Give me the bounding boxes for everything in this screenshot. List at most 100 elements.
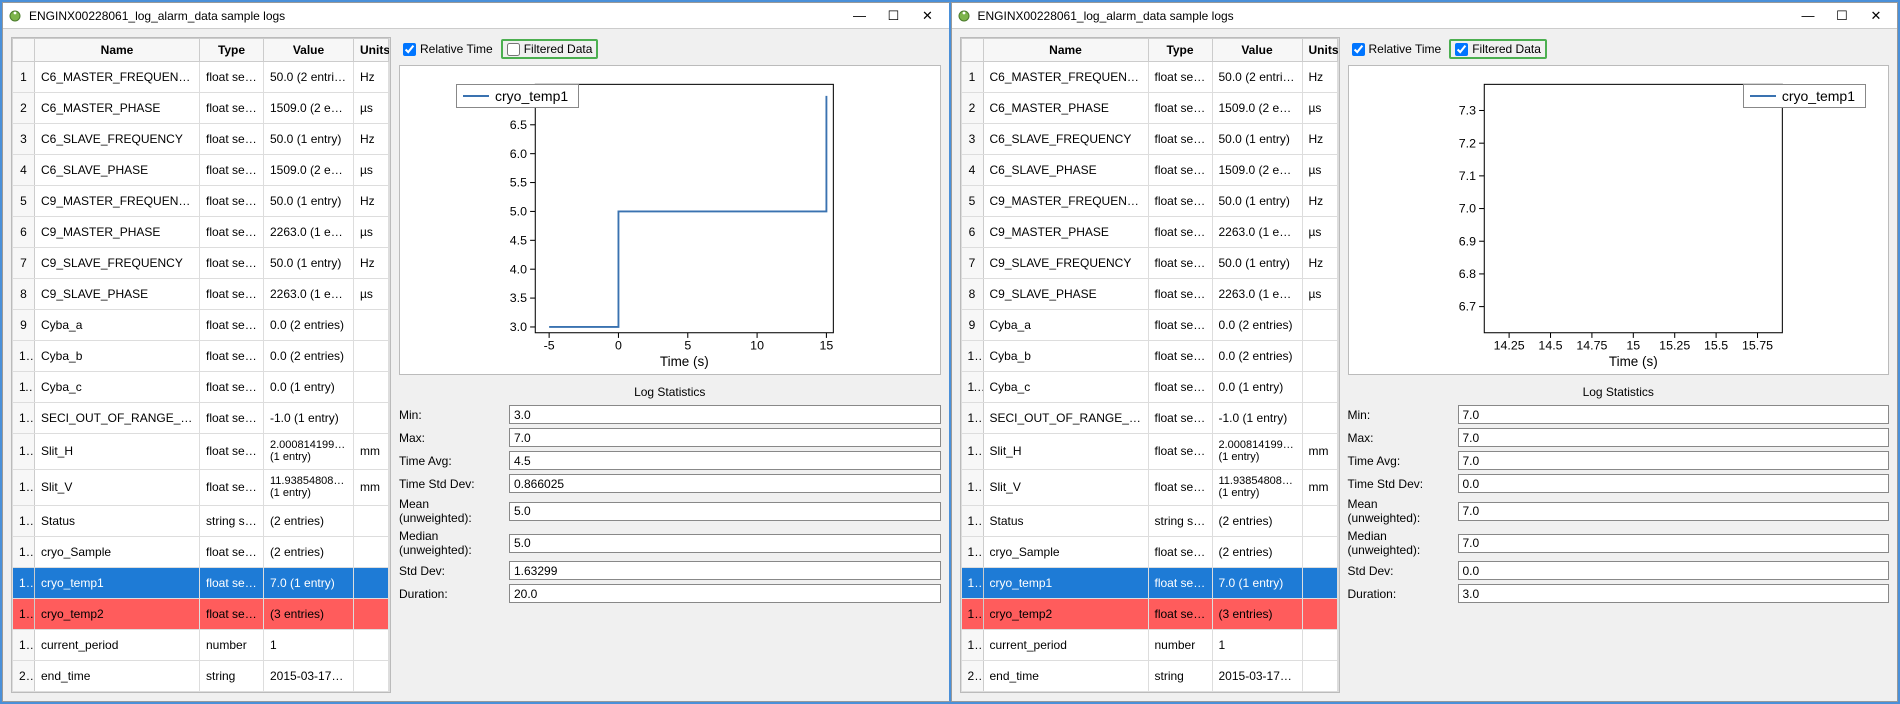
table-row[interactable]: 1 C6_MASTER_FREQUENCY float series 50.0 … — [13, 62, 389, 93]
table-row[interactable]: 5 C9_MASTER_FREQUENCY float series 50.0 … — [961, 185, 1337, 216]
table-row[interactable]: 7 C9_SLAVE_FREQUENCY float series 50.0 (… — [961, 247, 1337, 278]
stat-value-time_std[interactable] — [509, 474, 941, 493]
svg-text:4.5: 4.5 — [510, 233, 527, 247]
stat-value-min[interactable] — [1458, 405, 1890, 424]
row-index: 2 — [13, 92, 35, 123]
col-type[interactable]: Type — [1148, 39, 1212, 62]
stat-value-mean[interactable] — [509, 502, 941, 521]
row-value: 2.000814199447632 (1 entry) — [1212, 433, 1302, 469]
filtered-data-checkbox[interactable]: Filtered Data — [501, 39, 599, 59]
row-name: Slit_V — [983, 469, 1148, 505]
table-row[interactable]: 9 Cyba_a float series 0.0 (2 entries) — [13, 309, 389, 340]
log-table[interactable]: Name Type Value Units 1 C6_MASTER_FREQUE… — [961, 38, 1338, 692]
col-name[interactable]: Name — [983, 39, 1148, 62]
row-name: C9_SLAVE_PHASE — [983, 278, 1148, 309]
table-row[interactable]: 2 C6_MASTER_PHASE float series 1509.0 (2… — [961, 92, 1337, 123]
table-row[interactable]: 8 C9_SLAVE_PHASE float series 2263.0 (1 … — [13, 278, 389, 309]
table-row[interactable]: 9 Cyba_a float series 0.0 (2 entries) — [961, 309, 1337, 340]
stat-value-time_avg[interactable] — [1458, 451, 1890, 470]
table-row[interactable]: 10 Cyba_b float series 0.0 (2 entries) — [961, 340, 1337, 371]
stat-value-mean[interactable] — [1458, 502, 1890, 521]
row-value: 2015-03-17T12:55:29 — [264, 660, 354, 691]
row-index: 9 — [13, 309, 35, 340]
minimize-button[interactable]: — — [1791, 5, 1825, 27]
table-row[interactable]: 12 SECI_OUT_OF_RANGE_BLOCK float series … — [13, 402, 389, 433]
table-row[interactable]: 12 SECI_OUT_OF_RANGE_BLOCK float series … — [961, 402, 1337, 433]
table-row[interactable]: 4 C6_SLAVE_PHASE float series 1509.0 (2 … — [13, 154, 389, 185]
table-row[interactable]: 14 Slit_V float series 11.93854808807373… — [961, 469, 1337, 505]
col-idx[interactable] — [961, 39, 983, 62]
stat-value-time_std[interactable] — [1458, 474, 1890, 493]
stat-value-median[interactable] — [509, 534, 941, 553]
row-type: float series — [200, 371, 264, 402]
row-value: 7.0 (1 entry) — [1212, 567, 1302, 598]
relative-time-checkbox[interactable]: Relative Time — [1348, 41, 1446, 57]
table-row[interactable]: 6 C9_MASTER_PHASE float series 2263.0 (1… — [961, 216, 1337, 247]
col-units[interactable]: Units — [1302, 39, 1337, 62]
maximize-button[interactable]: ☐ — [1825, 5, 1859, 27]
log-table[interactable]: Name Type Value Units 1 C6_MASTER_FREQUE… — [12, 38, 389, 692]
stat-value-std[interactable] — [509, 561, 941, 580]
scrollbar[interactable] — [389, 38, 390, 692]
titlebar[interactable]: ENGINX00228061_log_alarm_data sample log… — [3, 3, 949, 29]
col-idx[interactable] — [13, 39, 35, 62]
col-value[interactable]: Value — [264, 39, 354, 62]
table-row[interactable]: 4 C6_SLAVE_PHASE float series 1509.0 (2 … — [961, 154, 1337, 185]
table-row[interactable]: 18 cryo_temp2 float series (3 entries) — [961, 598, 1337, 629]
col-value[interactable]: Value — [1212, 39, 1302, 62]
row-value: 50.0 (1 entry) — [1212, 185, 1302, 216]
row-name: C9_SLAVE_PHASE — [35, 278, 200, 309]
titlebar[interactable]: ENGINX00228061_log_alarm_data sample log… — [952, 3, 1898, 29]
close-button[interactable]: ✕ — [911, 5, 945, 27]
table-row[interactable]: 6 C9_MASTER_PHASE float series 2263.0 (1… — [13, 216, 389, 247]
stat-value-min[interactable] — [509, 405, 941, 424]
close-button[interactable]: ✕ — [1859, 5, 1893, 27]
table-row[interactable]: 19 current_period number 1 — [13, 629, 389, 660]
col-type[interactable]: Type — [200, 39, 264, 62]
stat-value-max[interactable] — [1458, 428, 1890, 447]
table-row[interactable]: 20 end_time string 2015-03-17T12:55:29 — [13, 660, 389, 691]
col-units[interactable]: Units — [354, 39, 389, 62]
stat-value-median[interactable] — [1458, 534, 1890, 553]
stat-value-duration[interactable] — [1458, 584, 1890, 603]
minimize-button[interactable]: — — [843, 5, 877, 27]
filtered-data-checkbox[interactable]: Filtered Data — [1449, 39, 1547, 59]
svg-text:15.25: 15.25 — [1659, 338, 1690, 352]
table-row[interactable]: 11 Cyba_c float series 0.0 (1 entry) — [13, 371, 389, 402]
stat-value-max[interactable] — [509, 428, 941, 447]
stat-value-time_avg[interactable] — [509, 451, 941, 470]
relative-time-checkbox[interactable]: Relative Time — [399, 41, 497, 57]
scrollbar[interactable] — [1338, 38, 1339, 692]
table-row[interactable]: 18 cryo_temp2 float series (3 entries) — [13, 598, 389, 629]
table-row[interactable]: 14 Slit_V float series 11.93854808807373… — [13, 469, 389, 505]
table-row[interactable]: 16 cryo_Sample float series (2 entries) — [13, 536, 389, 567]
row-index: 2 — [961, 92, 983, 123]
row-index: 12 — [961, 402, 983, 433]
table-row[interactable]: 3 C6_SLAVE_FREQUENCY float series 50.0 (… — [13, 123, 389, 154]
table-row[interactable]: 17 cryo_temp1 float series 7.0 (1 entry) — [13, 567, 389, 598]
table-row[interactable]: 10 Cyba_b float series 0.0 (2 entries) — [13, 340, 389, 371]
table-row[interactable]: 13 Slit_H float series 2.000814199447632… — [13, 433, 389, 469]
table-row[interactable]: 2 C6_MASTER_PHASE float series 1509.0 (2… — [13, 92, 389, 123]
row-name: cryo_temp1 — [35, 567, 200, 598]
table-row[interactable]: 7 C9_SLAVE_FREQUENCY float series 50.0 (… — [13, 247, 389, 278]
maximize-button[interactable]: ☐ — [877, 5, 911, 27]
svg-text:4.0: 4.0 — [510, 262, 527, 276]
table-row[interactable]: 13 Slit_H float series 2.000814199447632… — [961, 433, 1337, 469]
table-row[interactable]: 19 current_period number 1 — [961, 629, 1337, 660]
table-row[interactable]: 11 Cyba_c float series 0.0 (1 entry) — [961, 371, 1337, 402]
table-row[interactable]: 1 C6_MASTER_FREQUENCY float series 50.0 … — [961, 62, 1337, 93]
stat-value-duration[interactable] — [509, 584, 941, 603]
table-row[interactable]: 16 cryo_Sample float series (2 entries) — [961, 536, 1337, 567]
table-row[interactable]: 8 C9_SLAVE_PHASE float series 2263.0 (1 … — [961, 278, 1337, 309]
table-row[interactable]: 3 C6_SLAVE_FREQUENCY float series 50.0 (… — [961, 123, 1337, 154]
table-row[interactable]: 17 cryo_temp1 float series 7.0 (1 entry) — [961, 567, 1337, 598]
table-row[interactable]: 5 C9_MASTER_FREQUENCY float series 50.0 … — [13, 185, 389, 216]
log-statistics: Log Statistics Min: Max: Time Avg: Time … — [399, 383, 941, 607]
table-row[interactable]: 15 Status string series (2 entries) — [961, 505, 1337, 536]
col-name[interactable]: Name — [35, 39, 200, 62]
table-row[interactable]: 15 Status string series (2 entries) — [13, 505, 389, 536]
row-name: Slit_V — [35, 469, 200, 505]
table-row[interactable]: 20 end_time string 2015-03-17T12:55:29 — [961, 660, 1337, 691]
stat-value-std[interactable] — [1458, 561, 1890, 580]
